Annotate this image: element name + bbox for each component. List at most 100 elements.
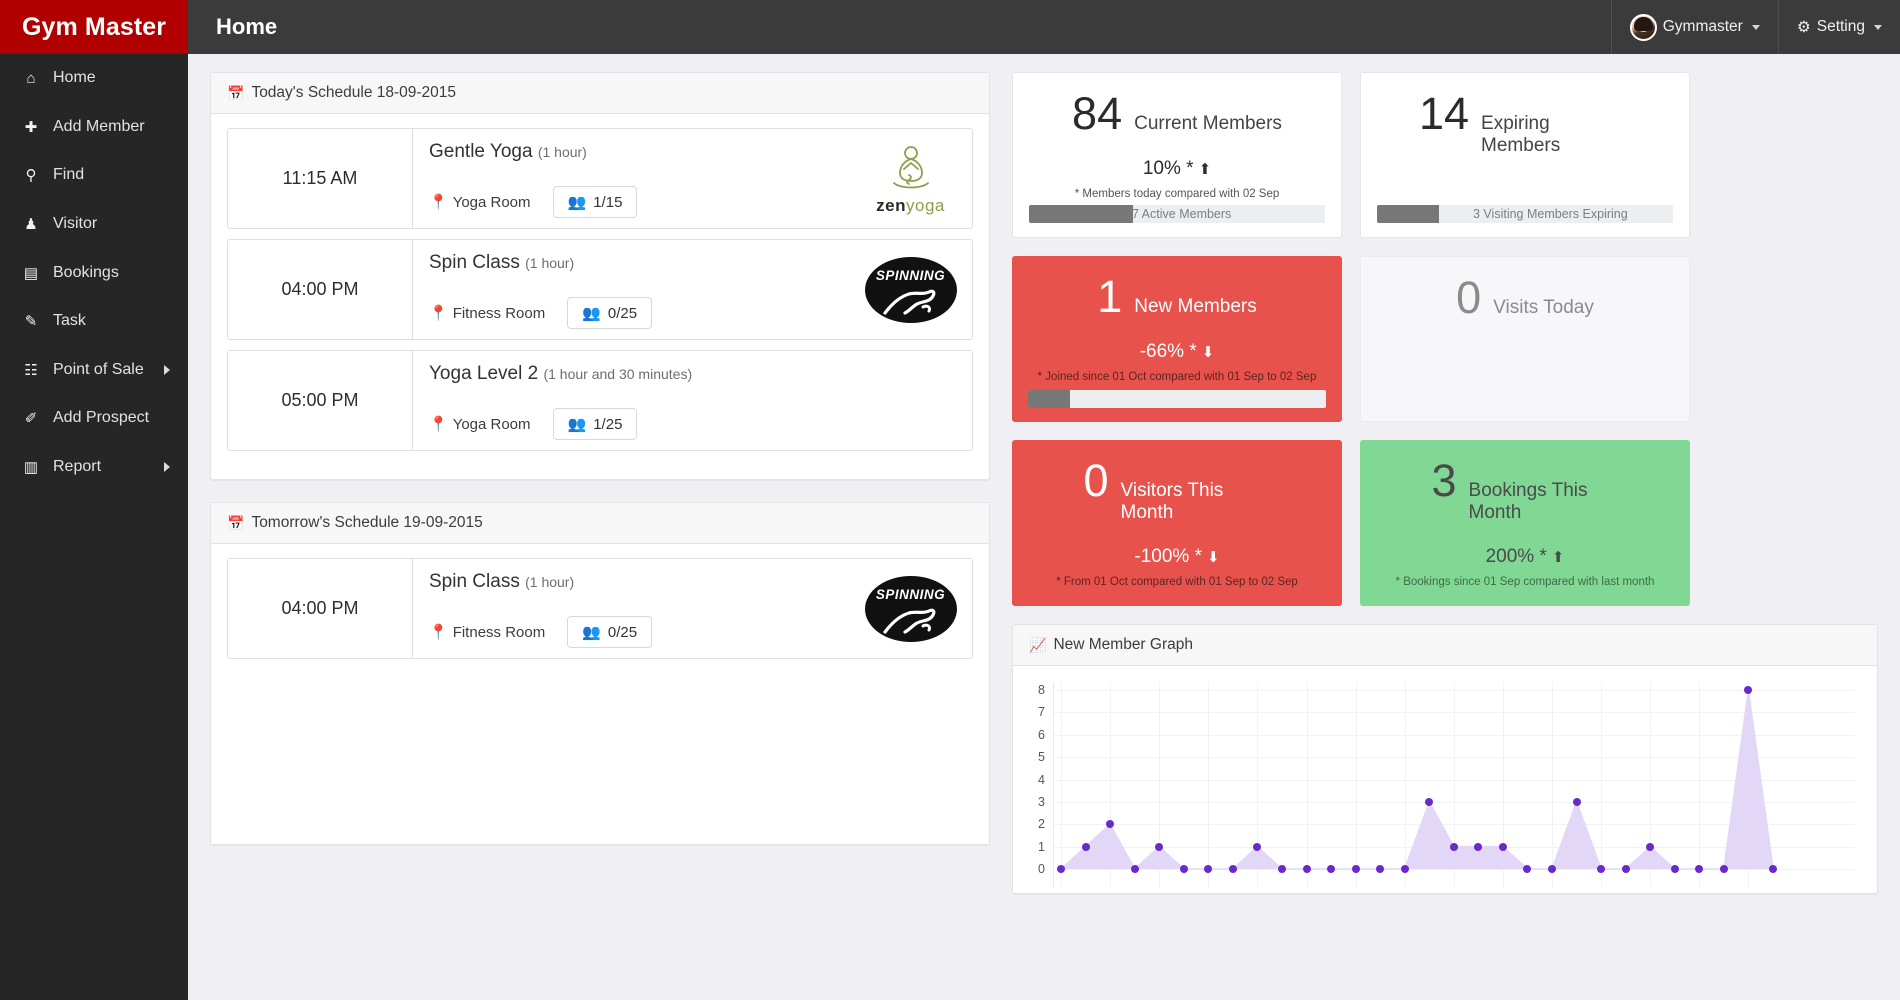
sidebar-item-report[interactable]: ▥ Report xyxy=(0,443,188,492)
spinning-logo: SPINNING xyxy=(865,257,957,323)
cyclist-icon xyxy=(879,602,943,636)
sidebar-item-visitor[interactable]: ♟Visitor xyxy=(0,200,188,249)
chart-data-point[interactable] xyxy=(1082,843,1090,851)
chart-data-point[interactable] xyxy=(1499,843,1507,851)
top-bar-right: Gymmaster ⚙ Setting xyxy=(1611,0,1900,54)
schedule-meta: 📍Yoga Room👥1/15 xyxy=(429,186,833,218)
stat-card-expiring-members[interactable]: 14Expiring Members3 Visiting Members Exp… xyxy=(1360,72,1690,238)
search-icon: ⚲ xyxy=(20,166,42,184)
stat-card-new-members[interactable]: 1New Members-66% *⬇* Joined since 01 Oct… xyxy=(1012,256,1342,422)
schedule-row[interactable]: 05:00 PMYoga Level 2 (1 hour and 30 minu… xyxy=(227,350,973,451)
chart-data-point[interactable] xyxy=(1155,843,1163,851)
schedule-row[interactable]: 04:00 PMSpin Class (1 hour)📍Fitness Room… xyxy=(227,558,973,659)
today-schedule-panel: 📅 Today's Schedule 18-09-2015 11:15 AMGe… xyxy=(210,72,990,480)
stat-number: 3 xyxy=(1431,458,1456,503)
chart-data-point[interactable] xyxy=(1229,865,1237,873)
capacity-badge[interactable]: 👥1/25 xyxy=(553,408,638,440)
user-name-label: Gymmaster xyxy=(1663,18,1743,36)
stat-card-grid: 84Current Members10% *⬆* Members today c… xyxy=(1012,72,1878,606)
stat-number: 84 xyxy=(1072,91,1122,136)
schedule-row[interactable]: 04:00 PMSpin Class (1 hour)📍Fitness Room… xyxy=(227,239,973,340)
chart-y-tick: 8 xyxy=(1038,683,1045,697)
chart-y-tick: 6 xyxy=(1038,728,1045,742)
sidebar-item-point-of-sale[interactable]: ☷Point of Sale xyxy=(0,346,188,395)
gear-icon: ⚙ xyxy=(1797,18,1811,37)
location-pin-icon: 📍 xyxy=(429,193,448,211)
chart-body: 012345678 xyxy=(1013,666,1877,893)
chart-data-point[interactable] xyxy=(1303,865,1311,873)
sidebar-item-home[interactable]: ⌂ Home xyxy=(0,54,188,103)
schedule-meta: 📍Fitness Room 👥0/25 xyxy=(429,616,833,648)
stat-number: 0 xyxy=(1456,275,1481,320)
stat-card-visits-today[interactable]: 0Visits Today xyxy=(1360,256,1690,422)
stat-card-bookings-this-month[interactable]: 3Bookings This Month200% *⬆* Bookings si… xyxy=(1360,440,1690,606)
sidebar-item-find[interactable]: ⚲Find xyxy=(0,151,188,200)
tomorrow-schedule-body: 04:00 PMSpin Class (1 hour)📍Fitness Room… xyxy=(211,544,989,844)
chart-data-point[interactable] xyxy=(1548,865,1556,873)
chart-data-point[interactable] xyxy=(1450,843,1458,851)
chart-data-point[interactable] xyxy=(1278,865,1286,873)
sidebar-item-label: Report xyxy=(53,458,101,476)
chart-data-point[interactable] xyxy=(1327,865,1335,873)
stat-label: Current Members xyxy=(1134,113,1282,135)
sidebar-item-bookings[interactable]: ▤Bookings xyxy=(0,248,188,297)
brand-logo[interactable]: Gym Master xyxy=(0,0,188,54)
chart-data-point[interactable] xyxy=(1057,865,1065,873)
chart-data-point[interactable] xyxy=(1352,865,1360,873)
spinning-logo: SPINNING xyxy=(865,576,957,642)
chevron-down-icon xyxy=(1752,25,1760,30)
stat-label: New Members xyxy=(1134,296,1256,318)
grid-icon: ☷ xyxy=(20,361,42,379)
capacity-badge[interactable]: 👥1/15 xyxy=(553,186,638,218)
chart-y-tick: 1 xyxy=(1038,840,1045,854)
chart-data-point[interactable] xyxy=(1671,865,1679,873)
capacity-badge[interactable]: 👥0/25 xyxy=(567,297,652,329)
stat-note: * Joined since 01 Oct compared with 01 S… xyxy=(1028,370,1326,386)
sidebar-item-label: Home xyxy=(53,69,96,87)
cyclist-icon xyxy=(879,283,943,317)
chart-data-point[interactable] xyxy=(1622,865,1630,873)
stats-column: 84Current Members10% *⬆* Members today c… xyxy=(1012,72,1878,1000)
chart-data-point[interactable] xyxy=(1769,865,1777,873)
stat-percent: -100% *⬇ xyxy=(1028,546,1326,568)
chart-data-point[interactable] xyxy=(1720,865,1728,873)
stat-card-current-members[interactable]: 84Current Members10% *⬆* Members today c… xyxy=(1012,72,1342,238)
chart-data-point[interactable] xyxy=(1180,865,1188,873)
chart-data-point[interactable] xyxy=(1401,865,1409,873)
chart-y-tick: 7 xyxy=(1038,705,1045,719)
chart-y-tick: 2 xyxy=(1038,817,1045,831)
spinning-wordmark: SPINNING xyxy=(876,268,945,283)
schedule-details: Spin Class (1 hour)📍Fitness Room👥0/25 xyxy=(413,559,849,658)
chart-plot-area: 012345678 xyxy=(1027,682,1863,887)
stat-progress-label: 27 Active Members xyxy=(1029,205,1325,223)
stat-label: Expiring Members xyxy=(1481,113,1631,157)
sidebar-item-add-prospect[interactable]: ✐Add Prospect xyxy=(0,394,188,443)
report-icon: ▥ xyxy=(20,458,42,476)
yoga-figure-icon xyxy=(880,142,942,194)
stat-number: 14 xyxy=(1419,91,1469,136)
plus-icon: ✚ xyxy=(20,118,42,136)
stat-progress-bar: 27 Active Members xyxy=(1029,205,1325,223)
schedule-row[interactable]: 11:15 AMGentle Yoga (1 hour)📍Yoga Room👥1… xyxy=(227,128,973,229)
setting-menu[interactable]: ⚙ Setting xyxy=(1778,0,1900,54)
home-icon: ⌂ xyxy=(20,70,42,87)
stat-label: Visitors This Month xyxy=(1121,480,1271,524)
chart-plot xyxy=(1053,682,1855,887)
user-menu[interactable]: Gymmaster xyxy=(1611,0,1778,54)
schedule-logo: SPINNING xyxy=(849,559,972,658)
main-content: 📅 Today's Schedule 18-09-2015 11:15 AMGe… xyxy=(188,54,1900,1000)
stat-percent: -66% *⬇ xyxy=(1028,341,1326,363)
sidebar-item-add-member[interactable]: ✚Add Member xyxy=(0,103,188,152)
chart-data-point[interactable] xyxy=(1646,843,1654,851)
stat-number: 0 xyxy=(1083,458,1108,503)
chart-data-point[interactable] xyxy=(1131,865,1139,873)
trend-up-icon: ⬆ xyxy=(1199,160,1212,178)
capacity-badge[interactable]: 👥0/25 xyxy=(567,616,652,648)
chart-data-point[interactable] xyxy=(1573,798,1581,806)
chart-data-point[interactable] xyxy=(1474,843,1482,851)
schedule-room: 📍Fitness Room xyxy=(429,623,545,641)
schedule-room: 📍Yoga Room xyxy=(429,415,531,433)
sidebar-item-task[interactable]: ✎Task xyxy=(0,297,188,346)
chevron-right-icon xyxy=(164,365,170,375)
stat-card-visitors-this-month[interactable]: 0Visitors This Month-100% *⬇* From 01 Oc… xyxy=(1012,440,1342,606)
